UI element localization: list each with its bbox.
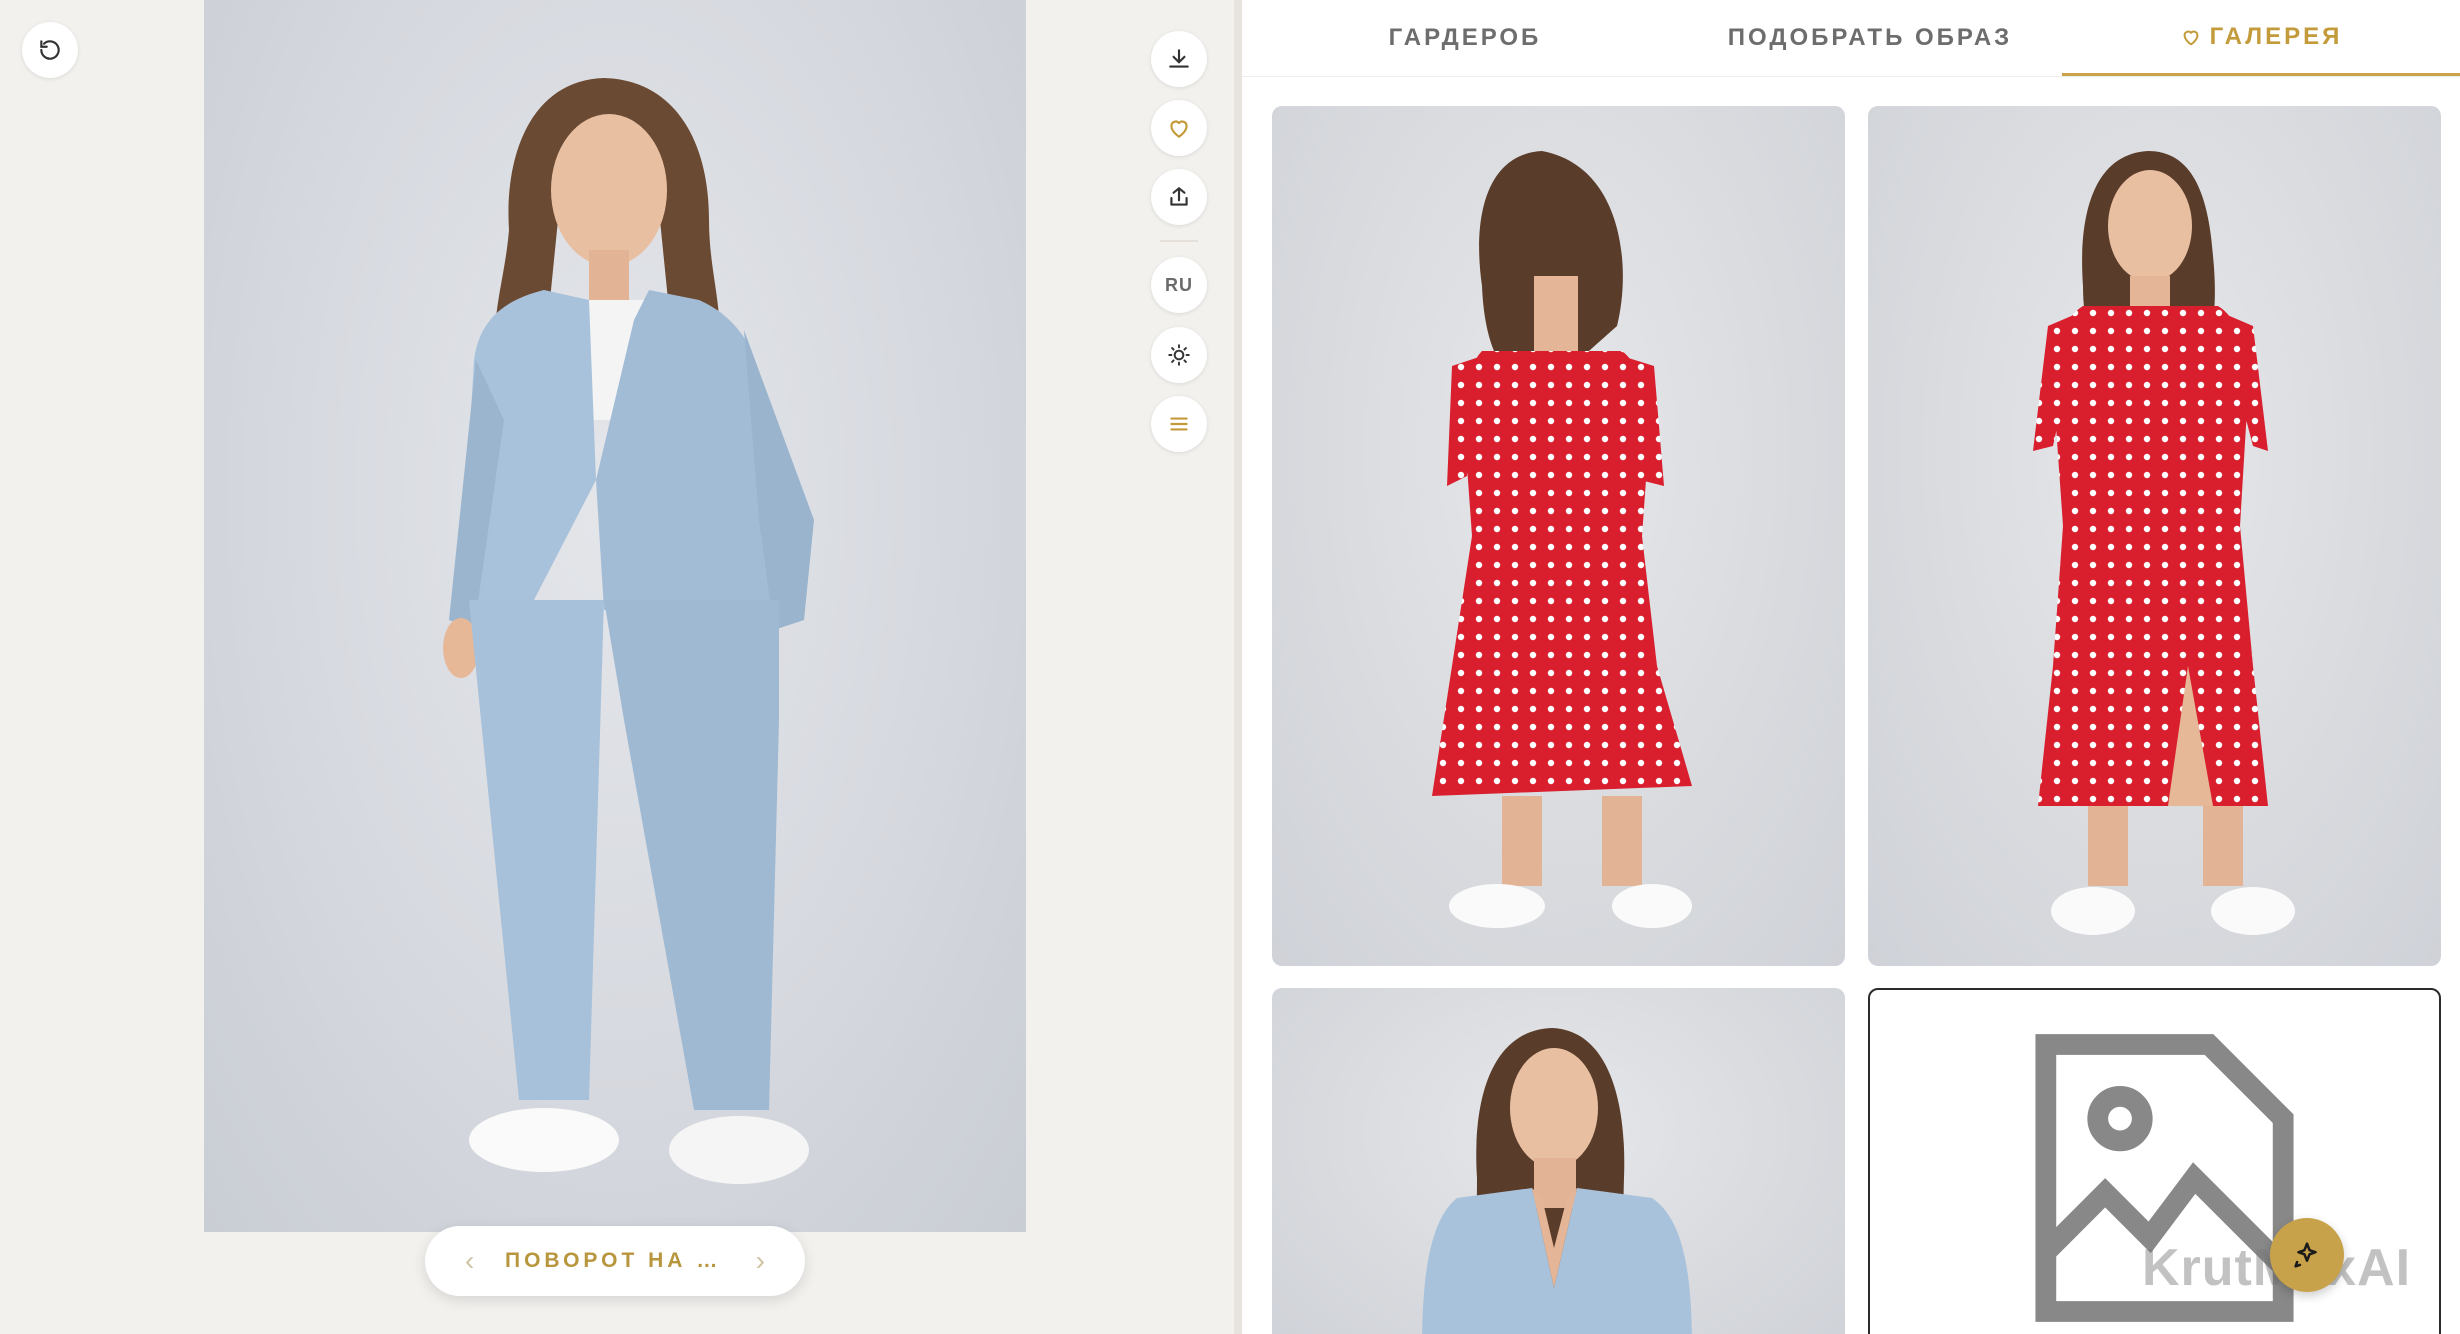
magic-generate-button[interactable] xyxy=(2270,1218,2344,1292)
language-button[interactable]: RU xyxy=(1151,257,1207,313)
tab-label: ПОДОБРАТЬ ОБРАЗ xyxy=(1727,24,2013,51)
tab-wardrobe[interactable]: ГАРДЕРОБ xyxy=(1362,0,1568,76)
share-button[interactable] xyxy=(1151,169,1207,225)
pane-divider xyxy=(1234,0,1242,1334)
gallery-pane: ГАРДЕРОБ ПОДОБРАТЬ ОБРАЗ ГАЛЕРЕЯ xyxy=(1242,0,2460,1334)
gallery-image xyxy=(1432,151,1692,928)
tab-label: ГАРДЕРОБ xyxy=(1388,24,1542,51)
sun-icon xyxy=(1168,344,1190,366)
gallery-image xyxy=(1422,1028,1692,1334)
tab-label: ГАЛЕРЕЯ xyxy=(2209,22,2343,50)
theme-toggle-button[interactable] xyxy=(1151,327,1207,383)
rotate-label[interactable]: ПОВОРОТ НА 3… xyxy=(505,1249,725,1273)
favorite-button[interactable] xyxy=(1151,100,1207,156)
sparkle-icon xyxy=(2294,1242,2317,1268)
gallery-item[interactable] xyxy=(1868,106,2441,966)
rotate-control: ‹ ПОВОРОТ НА 3… › xyxy=(425,1226,805,1296)
tab-pick-outfit[interactable]: ПОДОБРАТЬ ОБРАЗ xyxy=(1720,0,2020,76)
download-button[interactable] xyxy=(1151,31,1207,87)
language-label: RU xyxy=(1165,274,1193,295)
gallery-item[interactable] xyxy=(1272,106,1845,966)
toolbar-divider xyxy=(1160,240,1198,242)
download-icon xyxy=(1169,49,1189,68)
chevron-right-icon[interactable]: › xyxy=(756,1247,765,1275)
gallery-item[interactable] xyxy=(1272,988,1845,1334)
menu-icon xyxy=(1170,417,1188,431)
chevron-left-icon[interactable]: ‹ xyxy=(465,1247,474,1275)
reset-icon xyxy=(40,40,60,60)
tab-gallery[interactable]: ГАЛЕРЕЯ xyxy=(2062,0,2460,76)
heart-icon xyxy=(1170,120,1188,138)
tab-bar: ГАРДЕРОБ ПОДОБРАТЬ ОБРАЗ ГАЛЕРЕЯ xyxy=(1242,0,2460,77)
reset-button[interactable] xyxy=(22,22,78,78)
model-preview-image xyxy=(204,0,1026,1232)
menu-button[interactable] xyxy=(1151,396,1207,452)
share-icon xyxy=(1170,187,1188,206)
heart-icon xyxy=(2183,30,2199,45)
gallery-image xyxy=(2033,151,2295,935)
viewer-pane: ‹ ПОВОРОТ НА 3… › RU xyxy=(0,0,1234,1334)
